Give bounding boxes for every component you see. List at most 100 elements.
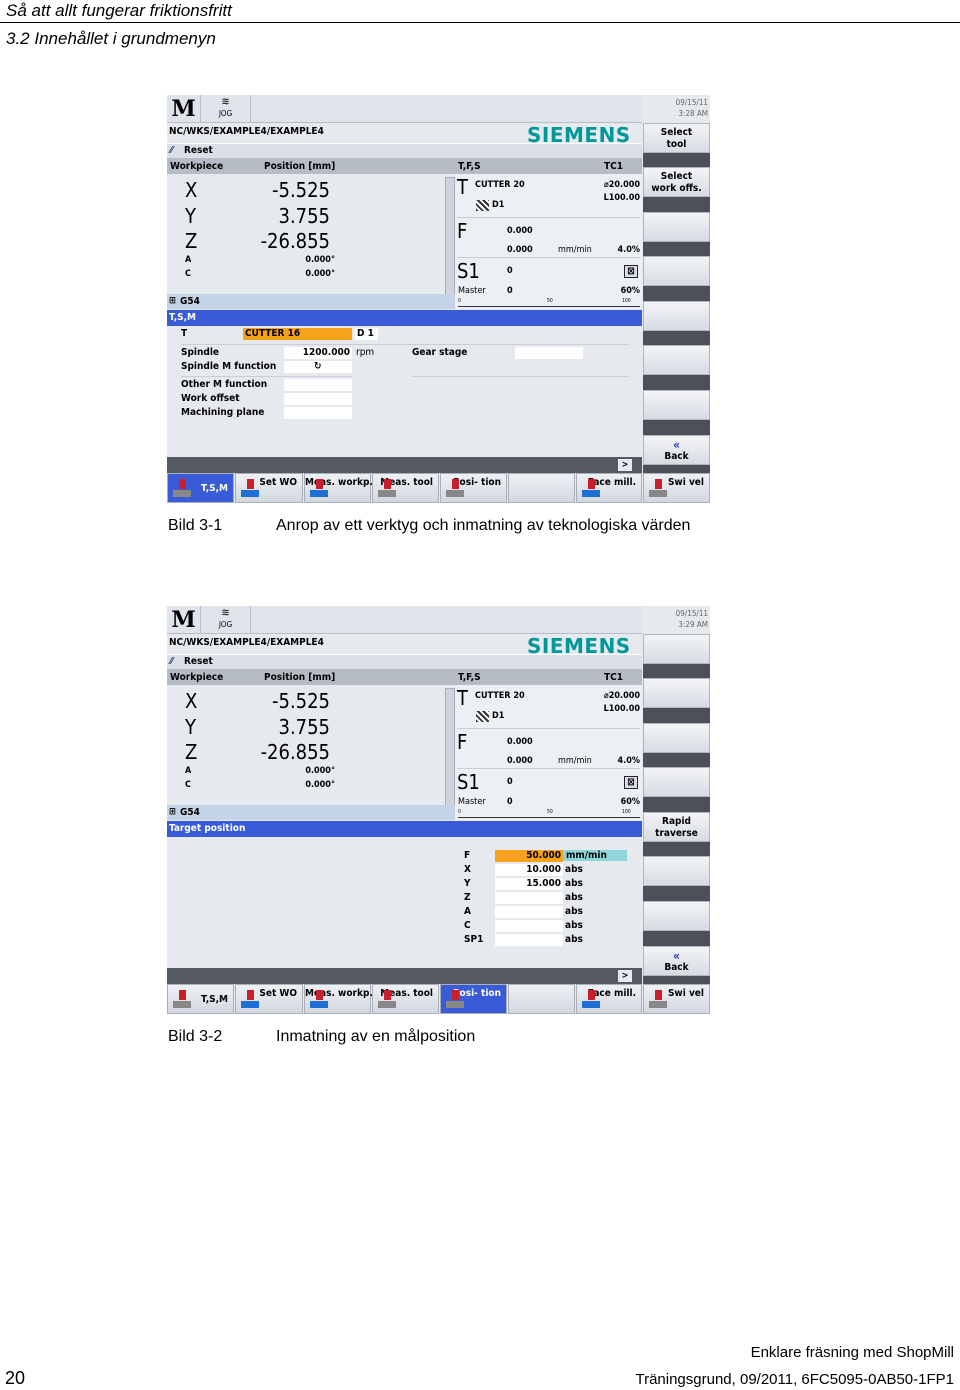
machine-icon[interactable]: M xyxy=(167,95,201,123)
tool-input[interactable]: CUTTER 16 xyxy=(243,328,352,340)
t-label: T xyxy=(181,328,188,339)
target-axis-label: C xyxy=(464,920,471,931)
tfs-separator xyxy=(457,257,640,258)
vertical-softkey-2[interactable] xyxy=(643,678,710,708)
vertical-softkey-3[interactable] xyxy=(643,723,710,753)
tool-type-icon xyxy=(476,200,489,211)
machine-icon[interactable]: M xyxy=(167,606,201,634)
target-c-input[interactable] xyxy=(495,920,563,932)
back-label: Back xyxy=(664,962,689,973)
vertical-softkey-5[interactable]: Rapid traverse xyxy=(643,812,710,842)
feed-actual: 0.000 xyxy=(507,226,533,236)
softkey-measworkp[interactable]: Meas. workp. xyxy=(304,984,373,1014)
target-axis-label: A xyxy=(464,906,471,917)
tool-carrier: TC1 xyxy=(604,672,623,683)
softkey-swivel[interactable]: Swi vel xyxy=(643,984,710,1014)
softkey-tsm[interactable]: T,S,M xyxy=(167,984,234,1014)
feed-actual: 0.000 xyxy=(507,737,533,747)
spindle-actual: 0 xyxy=(507,777,513,787)
target-z-input[interactable] xyxy=(495,892,563,904)
softkey-measworkp[interactable]: Meas. workp. xyxy=(304,473,373,503)
footer-title: Enklare fräsning med ShopMill xyxy=(750,1344,954,1361)
datetime: 09/15/11 3:28 AM xyxy=(642,97,710,119)
back-button[interactable]: «Back xyxy=(643,435,710,465)
softkey-tsm[interactable]: T,S,M xyxy=(167,473,234,503)
set-work-offset-icon xyxy=(241,479,261,499)
gear-stage-input[interactable] xyxy=(515,347,583,359)
time: 3:29 AM xyxy=(678,620,708,629)
work-offset-value: G54 xyxy=(180,296,200,307)
softkey-empty[interactable] xyxy=(508,473,575,503)
softkey-setwo[interactable]: Set WO xyxy=(235,984,303,1014)
jog-mode-indicator[interactable]: ≋ JOG xyxy=(201,95,251,123)
softkey-empty[interactable] xyxy=(508,984,575,1014)
spindle-m-input[interactable]: ↻ xyxy=(284,361,352,373)
machining-plane-input[interactable] xyxy=(284,407,352,419)
spindle-label: Spindle xyxy=(181,347,220,358)
target-axis-label: X xyxy=(464,864,471,875)
vertical-softkey-6[interactable] xyxy=(643,856,710,886)
spindle-override: 60% xyxy=(620,797,640,807)
tool-type-icon xyxy=(476,711,489,722)
cutting-edge: D1 xyxy=(492,711,505,721)
spindle-set: 0 xyxy=(507,286,513,296)
jog-wave-icon: ≋ xyxy=(221,606,230,619)
target-unit: abs xyxy=(565,934,583,945)
back-label: Back xyxy=(664,451,689,462)
target-unit: abs xyxy=(565,920,583,931)
position-unit-label: Position [mm] xyxy=(264,672,336,683)
d-input[interactable]: D 1 xyxy=(355,328,378,340)
vertical-softkey-4[interactable] xyxy=(643,767,710,797)
target-x-input[interactable]: 10.000 xyxy=(495,864,563,876)
datetime: 09/15/11 3:29 AM xyxy=(642,608,710,630)
target-f-input[interactable]: 50.000 xyxy=(495,850,563,862)
shopmill-screen-target-position: M ≋ JOG 09/15/11 3:29 AM NC/WKS/EXAMPLE4/EXAM… xyxy=(167,606,710,1014)
vertical-softkey-2[interactable]: Select work offs. xyxy=(643,167,710,197)
work-offset-input[interactable] xyxy=(284,393,352,405)
axis-name: C xyxy=(185,269,191,279)
spindle-master: Master xyxy=(458,286,486,296)
position-scrollbar[interactable] xyxy=(445,688,455,806)
status-row xyxy=(167,654,642,670)
page-number: 20 xyxy=(5,1368,26,1388)
target-sp1-input[interactable] xyxy=(495,934,563,946)
panel-separator xyxy=(181,344,629,345)
face-mill-icon xyxy=(582,479,602,499)
softkey-facemill[interactable]: Face mill. xyxy=(576,473,642,503)
work-offset-label: Work offset xyxy=(181,393,240,404)
tool-length: L100.00 xyxy=(603,193,640,203)
spindle-speed-input[interactable]: 1200.000 xyxy=(284,347,352,359)
vertical-softkey-7[interactable] xyxy=(643,390,710,420)
softkey-swivel[interactable]: Swi vel xyxy=(643,473,710,503)
softkey-position[interactable]: Posi- tion xyxy=(440,473,507,503)
jog-mode-label: JOG xyxy=(218,109,233,118)
vertical-softkey-3[interactable] xyxy=(643,212,710,242)
vertical-softkey-1[interactable]: Select tool xyxy=(643,123,710,153)
vertical-softkey-5[interactable] xyxy=(643,301,710,331)
vertical-softkey-6[interactable] xyxy=(643,345,710,375)
axis-value: 0.000° xyxy=(305,766,335,776)
softkey-setwo[interactable]: Set WO xyxy=(235,473,303,503)
vertical-softkey-1[interactable] xyxy=(643,634,710,664)
position-scrollbar[interactable] xyxy=(445,177,455,295)
vertical-softkey-7[interactable] xyxy=(643,901,710,931)
softkey-facemill[interactable]: Face mill. xyxy=(576,984,642,1014)
target-a-input[interactable] xyxy=(495,906,563,918)
vertical-softkey-4[interactable] xyxy=(643,256,710,286)
swivel-icon xyxy=(649,990,669,1010)
other-m-function-input[interactable] xyxy=(284,379,352,391)
feed-set: 0.000 xyxy=(507,756,533,766)
more-softkeys-button[interactable]: > xyxy=(618,459,632,471)
tfs-separator xyxy=(457,728,640,729)
target-y-input[interactable]: 15.000 xyxy=(495,878,563,890)
softkey-meastool[interactable]: Meas. tool xyxy=(372,473,439,503)
back-button[interactable]: «Back xyxy=(643,946,710,976)
face-mill-icon xyxy=(582,990,602,1010)
more-softkeys-button[interactable]: > xyxy=(618,970,632,982)
program-path: NC/WKS/EXAMPLE4/EXAMPLE4 xyxy=(169,126,324,137)
softkey-position[interactable]: Posi- tion xyxy=(440,984,507,1014)
panel-title: Target position xyxy=(167,821,642,837)
back-chevron-icon: « xyxy=(673,438,680,452)
jog-mode-indicator[interactable]: ≋ JOG xyxy=(201,606,251,634)
softkey-meastool[interactable]: Meas. tool xyxy=(372,984,439,1014)
